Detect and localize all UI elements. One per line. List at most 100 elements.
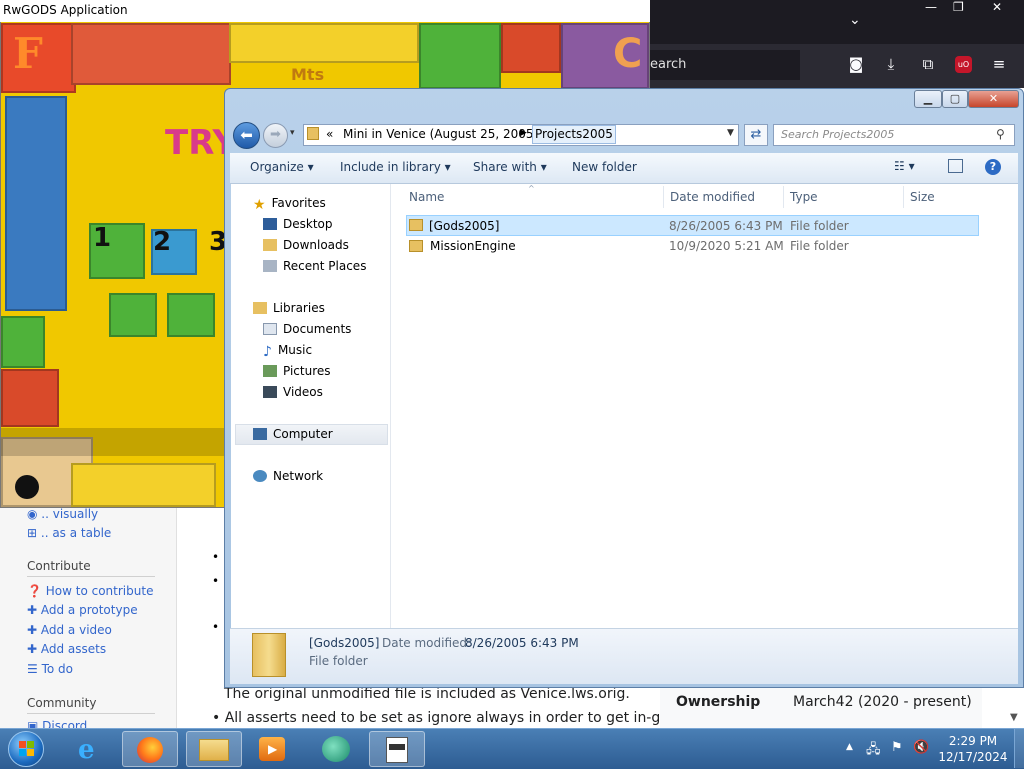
back-arrow-icon[interactable]: ⬅ (233, 122, 260, 149)
media-center-button[interactable] (308, 731, 364, 767)
toy-block (419, 23, 501, 89)
include-in-library-button[interactable]: Include in library ▾ (340, 160, 451, 174)
wiki-link-how-to-contribute[interactable]: ❓ How to contribute (27, 584, 153, 598)
nav-pictures[interactable]: Pictures (263, 364, 331, 378)
network-tray-icon[interactable]: 🖧 (866, 740, 881, 762)
chevron-down-icon[interactable]: ⌄ (849, 12, 861, 28)
organize-button[interactable]: Organize ▾ (250, 160, 314, 174)
view-options-icon[interactable]: ☷ ▾ (894, 159, 915, 173)
help-icon[interactable]: ? (985, 159, 1001, 175)
breadcrumb-overflow[interactable]: « (326, 127, 333, 141)
app-window-icon-bar (389, 744, 405, 750)
table-row[interactable]: MissionEngine 10/9/2020 5:21 AM File fol… (406, 236, 979, 257)
minimize-icon[interactable]: ▁ (914, 90, 942, 108)
column-header-name[interactable]: Name (409, 190, 444, 204)
browser-address-bar[interactable]: earch (650, 50, 800, 80)
ublock-icon[interactable]: uO (955, 56, 972, 73)
details-date-label: Date modified: (382, 636, 472, 650)
nav-label: Downloads (283, 238, 349, 252)
nav-recent-places[interactable]: Recent Places (263, 259, 366, 273)
search-icon[interactable]: ⚲ (996, 127, 1005, 141)
column-separator[interactable] (783, 186, 784, 208)
pictures-icon (263, 365, 277, 377)
preview-pane-icon[interactable] (948, 159, 963, 173)
refresh-icon[interactable]: ⇄ (744, 124, 768, 146)
toy-block (5, 96, 67, 311)
pocket-icon[interactable]: ◙ (845, 55, 867, 73)
table-row[interactable]: [Gods2005] 8/26/2005 6:43 PM File folder (406, 215, 979, 236)
address-dropdown-icon[interactable]: ▼ (727, 128, 734, 138)
ownership-label: Ownership (676, 694, 761, 710)
nav-downloads[interactable]: Downloads (263, 238, 349, 252)
content-line-1: The original unmodified file is included… (224, 686, 630, 702)
breadcrumb-separator-icon[interactable]: ▶ (520, 128, 527, 138)
nav-label: Computer (273, 427, 333, 441)
block-letter: C (613, 31, 643, 77)
close-icon[interactable]: ✕ (992, 0, 1002, 14)
recent-pages-dropdown-icon[interactable]: ▾ (290, 128, 295, 138)
music-icon: ♪ (263, 344, 272, 360)
nav-videos[interactable]: Videos (263, 385, 323, 399)
computer-icon (253, 428, 267, 440)
nav-label: Documents (283, 322, 352, 336)
breadcrumb-item-mini-in-venice[interactable]: Mini in Venice (August 25, 2005) (343, 127, 538, 141)
download-icon[interactable]: ⤓ (880, 55, 902, 73)
rwgods-app-button[interactable] (369, 731, 425, 767)
wiki-link-add-video[interactable]: ✚ Add a video (27, 623, 112, 637)
nav-label: Videos (283, 385, 323, 399)
column-separator[interactable] (903, 186, 904, 208)
volume-muted-icon[interactable]: 🔇 (913, 740, 929, 755)
windows-explorer-button[interactable] (186, 731, 242, 767)
wiki-link-visually[interactable]: ◉ .. visually (27, 507, 98, 521)
nav-network[interactable]: Network (253, 469, 323, 483)
show-hidden-icons-icon[interactable]: ▲ (846, 742, 853, 752)
nav-music[interactable]: ♪ Music (263, 343, 313, 360)
menu-icon[interactable]: ≡ (988, 55, 1010, 73)
share-with-button[interactable]: Share with ▾ (473, 160, 547, 174)
internet-explorer-button[interactable]: e (64, 731, 120, 767)
wiki-link-add-assets[interactable]: ✚ Add assets (27, 642, 106, 656)
column-header-size[interactable]: Size (910, 190, 935, 204)
column-header-date-modified[interactable]: Date modified (670, 190, 755, 204)
nav-label: Favorites (271, 196, 326, 210)
scroll-down-icon[interactable]: ▼ (1010, 712, 1018, 723)
nav-documents[interactable]: Documents (263, 322, 351, 336)
forward-arrow-icon[interactable]: ➡ (263, 123, 288, 148)
bonus-2-tile[interactable] (167, 293, 215, 337)
folder-icon (307, 127, 319, 140)
minimize-icon[interactable]: — (925, 0, 937, 14)
nav-libraries[interactable]: Libraries (253, 301, 325, 315)
system-clock[interactable]: 2:29 PM 12/17/2024 (937, 733, 1009, 765)
wiki-link-table[interactable]: ⊞ .. as a table (27, 526, 111, 540)
show-desktop-button[interactable] (1014, 729, 1024, 768)
extension-icon[interactable]: ⧉ (917, 55, 939, 73)
command-bar: Organize ▾ Include in library ▾ Share wi… (230, 153, 1018, 184)
breadcrumb-item-projects2005[interactable]: Projects2005 (532, 125, 616, 144)
maximize-icon[interactable]: ▢ (942, 90, 968, 108)
media-player-button[interactable]: ▶ (245, 731, 301, 767)
column-header-type[interactable]: Type (790, 190, 818, 204)
bonus-1-tile[interactable] (109, 293, 157, 337)
nav-desktop[interactable]: Desktop (263, 217, 333, 231)
game-window-titlebar[interactable]: RwGODS Application (0, 0, 650, 22)
restore-icon[interactable]: ❐ (953, 0, 964, 14)
divider (27, 576, 155, 577)
close-icon[interactable]: ✕ (968, 90, 1019, 108)
nav-label: Music (277, 343, 313, 357)
new-folder-button[interactable]: New folder (572, 160, 637, 174)
wiki-link-discord[interactable]: ▣ Discord (27, 719, 87, 728)
file-type: File folder (790, 219, 849, 233)
search-input[interactable]: Search Projects2005 (773, 124, 1015, 146)
toy-block (229, 23, 419, 63)
nav-computer[interactable]: Computer (253, 427, 333, 441)
wiki-link-add-prototype[interactable]: ✚ Add a prototype (27, 603, 138, 617)
firefox-button[interactable] (122, 731, 178, 767)
column-separator[interactable] (663, 186, 664, 208)
nav-favorites[interactable]: ★ Favorites (253, 196, 326, 213)
toy-block (1, 369, 59, 427)
link-label: Add assets (40, 642, 107, 656)
wiki-link-to-do[interactable]: ☰ To do (27, 662, 73, 676)
action-center-flag-icon[interactable]: ⚑ (891, 740, 903, 755)
wiki-link-table-label: .. as a table (40, 526, 112, 540)
start-button[interactable] (8, 731, 44, 767)
